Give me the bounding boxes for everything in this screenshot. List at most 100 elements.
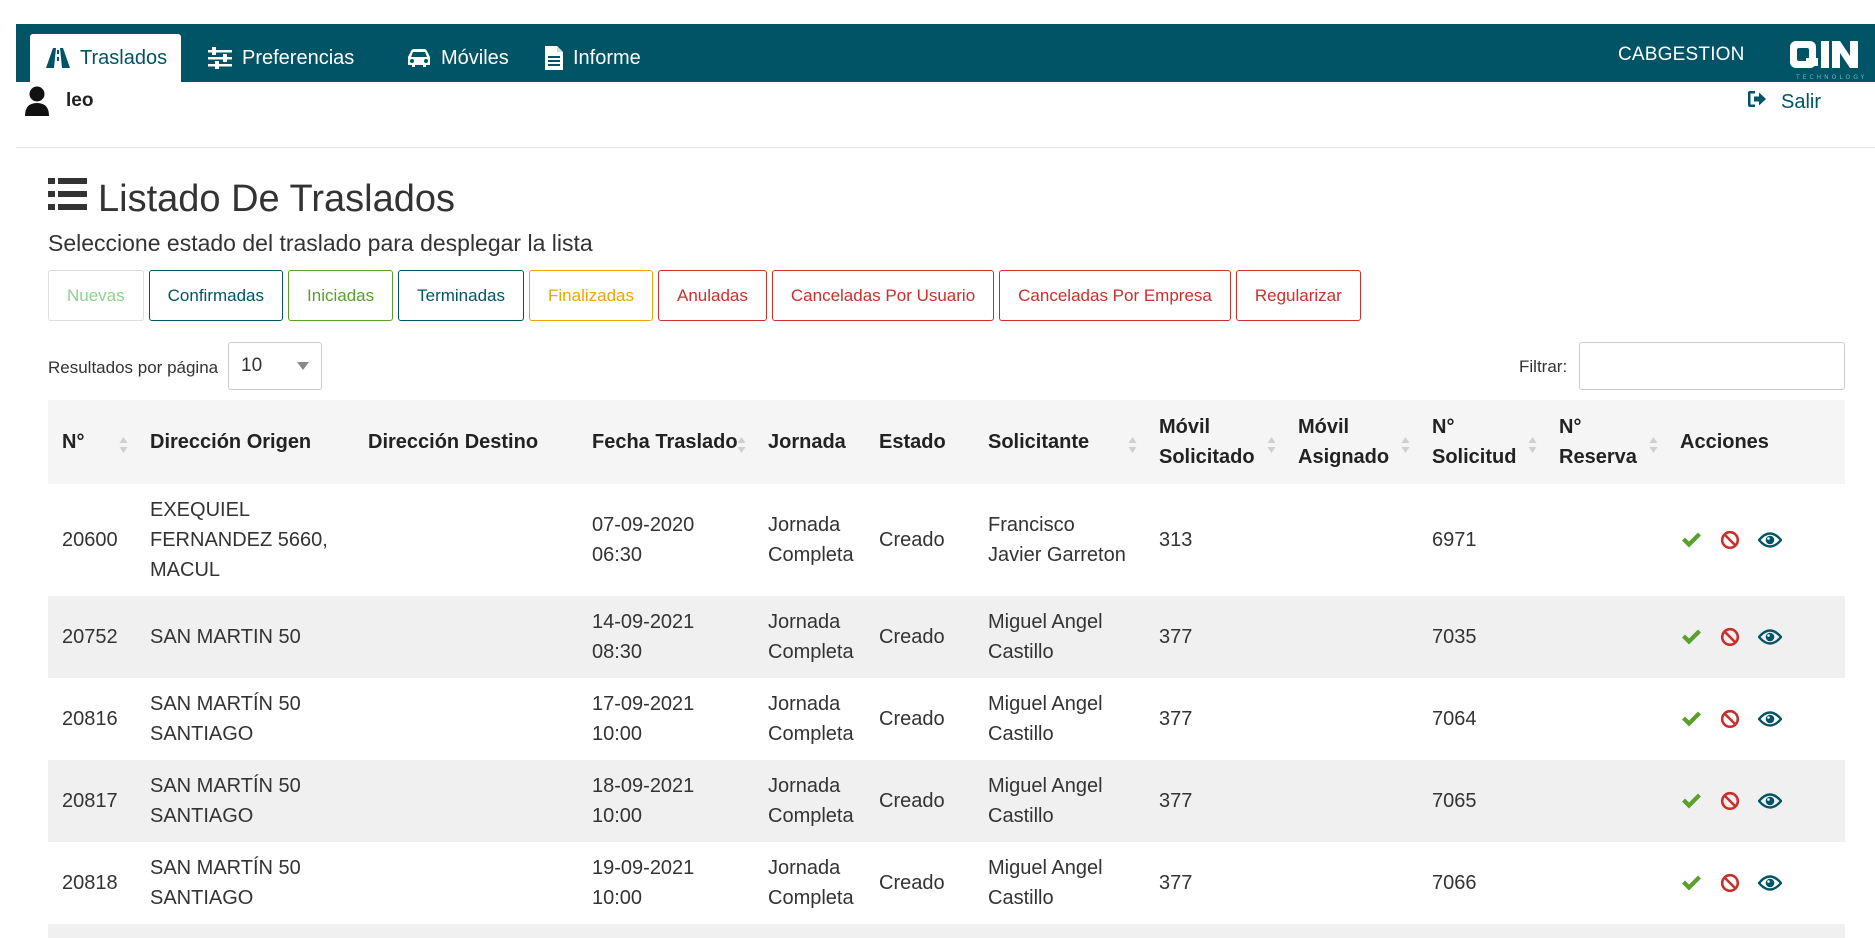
page-length-label: Resultados por página [48, 358, 219, 377]
column-header-label: Acciones [1680, 431, 1769, 453]
ban-icon[interactable] [1720, 627, 1740, 647]
traslados-table: N° Dirección Origen Dirección Destino Fe… [48, 400, 1845, 938]
sign-out-icon [1747, 90, 1767, 114]
cell-movil-solicitado: 377 [1145, 596, 1284, 678]
cell-solicitud: 7064 [1418, 678, 1545, 760]
eye-icon[interactable] [1758, 792, 1782, 810]
status-canceladas-usuario-button[interactable]: Canceladas Por Usuario [771, 270, 995, 321]
status-nuevas-button[interactable]: Nuevas [48, 270, 144, 321]
check-icon[interactable] [1680, 874, 1702, 892]
nav-tab-moviles[interactable]: Móviles [391, 34, 523, 82]
cell-acciones [1666, 678, 1845, 760]
nav-tab-label: Traslados [80, 46, 168, 69]
check-icon[interactable] [1680, 628, 1702, 646]
cell-movil-asignado [1284, 760, 1418, 842]
table-body: 20600 EXEQUIEL FERNANDEZ 5660, MACUL 07-09… [48, 484, 1845, 938]
chevron-down-icon [297, 362, 309, 370]
sort-icon [1401, 433, 1410, 453]
status-anuladas-button[interactable]: Anuladas [658, 270, 767, 321]
status-terminadas-button[interactable]: Terminadas [398, 270, 524, 321]
top-navbar: Traslados Preferencias Móviles Informe C… [16, 24, 1875, 82]
check-icon[interactable] [1680, 710, 1702, 728]
sort-icon [1528, 433, 1537, 453]
column-header-reserva[interactable]: N° Reserva [1545, 400, 1666, 484]
status-canceladas-empresa-button[interactable]: Canceladas Por Empresa [999, 270, 1231, 321]
column-header-label: Solicitante [988, 431, 1090, 453]
ban-icon[interactable] [1720, 709, 1740, 729]
table-row: 20818 SAN MARTÍN 50 SANTIAGO 19-09-2021 10… [48, 842, 1845, 924]
nav-tab-preferencias[interactable]: Preferencias [192, 34, 368, 82]
cell-origen: EXEQUIEL FERNANDEZ 5660, MACUL [136, 484, 354, 596]
column-header-label: Fecha Traslado [592, 431, 738, 453]
ban-icon[interactable] [1720, 791, 1740, 811]
cell-jornada: Jornada Completa [754, 678, 865, 760]
sliders-icon [206, 46, 234, 70]
status-confirmadas-button[interactable]: Confirmadas [148, 270, 284, 321]
nav-tab-traslados[interactable]: Traslados [30, 34, 182, 82]
sort-icon [1649, 433, 1658, 453]
cell-estado: Creado [865, 596, 974, 678]
column-header-origen: Dirección Origen [136, 400, 354, 484]
cell-empty [48, 924, 1845, 938]
cell-origen: SAN MARTÍN 50 SANTIAGO [136, 842, 354, 924]
table-header-row: N° Dirección Origen Dirección Destino Fe… [48, 400, 1845, 484]
cell-n: 20600 [48, 484, 136, 596]
nav-tab-informe[interactable]: Informe [529, 34, 655, 82]
status-filter-buttons: Nuevas Confirmadas Iniciadas Terminadas … [48, 270, 1361, 321]
status-iniciadas-button[interactable]: Iniciadas [288, 270, 394, 321]
column-header-solicitante[interactable]: Solicitante [974, 400, 1145, 484]
cell-solicitud: 6971 [1418, 484, 1545, 596]
column-header-estado: Estado [865, 400, 974, 484]
cell-fecha: 07-09-2020 06:30 [578, 484, 754, 596]
cell-acciones [1666, 842, 1845, 924]
nav-tab-label: Informe [573, 46, 641, 69]
ban-icon[interactable] [1720, 530, 1740, 550]
eye-icon[interactable] [1758, 874, 1782, 892]
cell-jornada: Jornada Completa [754, 484, 865, 596]
cell-movil-asignado [1284, 596, 1418, 678]
filter-input[interactable] [1579, 342, 1845, 390]
cell-fecha: 19-09-2021 10:00 [578, 842, 754, 924]
column-header-label: Estado [879, 431, 946, 453]
table-row: 20816 SAN MARTÍN 50 SANTIAGO 17-09-2021 10… [48, 678, 1845, 760]
column-header-n[interactable]: N° [48, 400, 136, 484]
ban-icon[interactable] [1720, 873, 1740, 893]
cell-origen: SAN MARTIN 50 [136, 596, 354, 678]
column-header-movil-solicitado[interactable]: Móvil Solicitado [1145, 400, 1284, 484]
cell-solicitante: Miguel Angel Castillo [974, 678, 1145, 760]
eye-icon[interactable] [1758, 531, 1782, 549]
cell-n: 20816 [48, 678, 136, 760]
check-icon[interactable] [1680, 792, 1702, 810]
user-bar: leo Salir [16, 82, 1875, 148]
filter-label: Filtrar: [1519, 357, 1568, 376]
document-icon [543, 45, 565, 71]
cell-movil-asignado [1284, 678, 1418, 760]
eye-icon[interactable] [1758, 710, 1782, 728]
column-header-movil-asignado[interactable]: Móvil Asignado [1284, 400, 1418, 484]
cell-jornada: Jornada Completa [754, 596, 865, 678]
logout-link[interactable]: Salir [1747, 90, 1821, 114]
cell-reserva [1545, 596, 1666, 678]
column-header-fecha[interactable]: Fecha Traslado [578, 400, 754, 484]
page-length-value: 10 [241, 355, 263, 376]
column-header-label: Dirección Destino [368, 431, 539, 453]
column-header-solicitud[interactable]: N° Solicitud [1418, 400, 1545, 484]
cell-destino [354, 842, 578, 924]
table-row: 20817 SAN MARTÍN 50 SANTIAGO 18-09-2021 10… [48, 760, 1845, 842]
check-icon[interactable] [1680, 531, 1702, 549]
cell-estado: Creado [865, 484, 974, 596]
page-length-select[interactable]: 10 [228, 342, 322, 390]
cell-estado: Creado [865, 760, 974, 842]
eye-icon[interactable] [1758, 628, 1782, 646]
user-icon [24, 86, 50, 123]
cell-acciones [1666, 484, 1845, 596]
column-header-label: Jornada [768, 431, 846, 453]
cell-fecha: 17-09-2021 10:00 [578, 678, 754, 760]
cell-destino [354, 596, 578, 678]
status-finalizadas-button[interactable]: Finalizadas [529, 270, 653, 321]
status-regularizar-button[interactable]: Regularizar [1235, 270, 1361, 321]
table-row: 20752 SAN MARTIN 50 14-09-2021 08:30 Jornad… [48, 596, 1845, 678]
road-icon [44, 46, 72, 70]
page-subtitle: Seleccione estado del traslado para desp… [48, 230, 593, 256]
page-title: Listado De Traslados [48, 176, 455, 222]
